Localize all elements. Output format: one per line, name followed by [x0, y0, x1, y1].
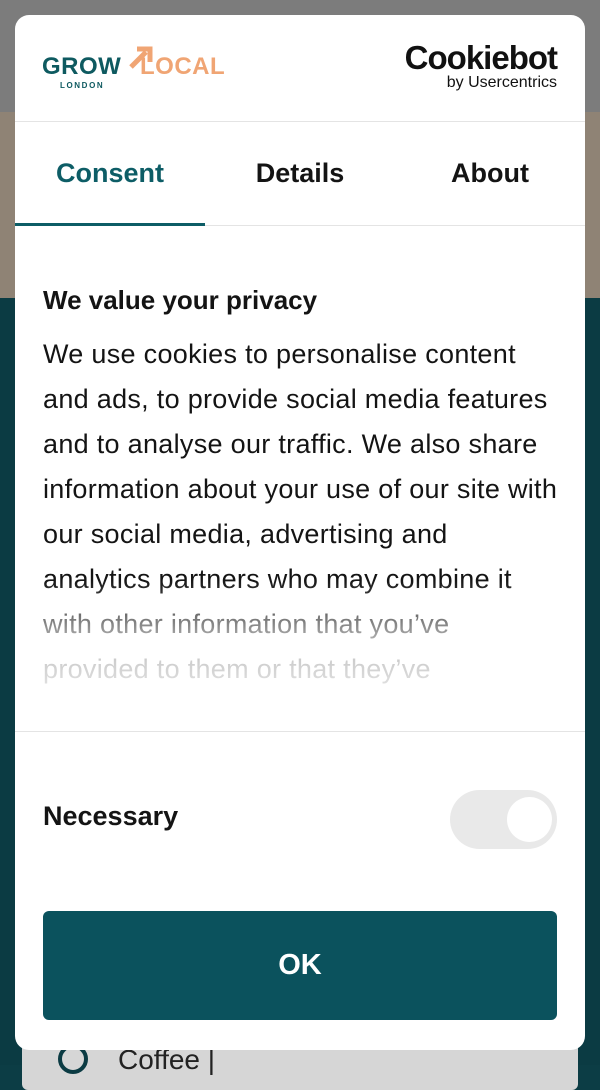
tab-consent[interactable]: Consent	[15, 122, 205, 226]
logo-grow-text: GROW	[42, 53, 122, 80]
cookie-consent-dialog: GROW LOCAL LONDON Cookiebot by Usercentr…	[15, 15, 585, 1050]
toggle-knob	[507, 797, 552, 842]
logo-local-text: LOCAL	[140, 53, 226, 80]
cookiebot-name: Cookiebot	[404, 39, 558, 76]
consent-body-text: We use cookies to personalise content an…	[43, 339, 558, 684]
necessary-toggle[interactable]	[450, 790, 557, 849]
consent-content[interactable]: We value your privacy We use cookies to …	[43, 265, 563, 730]
cookiebot-byline: by Usercentrics	[446, 74, 557, 91]
tab-about[interactable]: About	[395, 122, 585, 225]
consent-tabs: Consent Details About	[15, 122, 585, 226]
ok-button[interactable]: OK	[43, 911, 557, 1020]
consent-title: We value your privacy	[43, 285, 318, 315]
logo-city-text: LONDON	[60, 81, 105, 90]
tab-details[interactable]: Details	[205, 122, 395, 225]
dialog-header: GROW LOCAL LONDON Cookiebot by Usercentr…	[15, 15, 585, 122]
cookiebot-logo: Cookiebot by Usercentrics	[404, 39, 558, 92]
section-divider	[15, 731, 585, 732]
grow-local-logo: GROW LOCAL LONDON	[42, 45, 232, 95]
necessary-label: Necessary	[43, 801, 179, 831]
